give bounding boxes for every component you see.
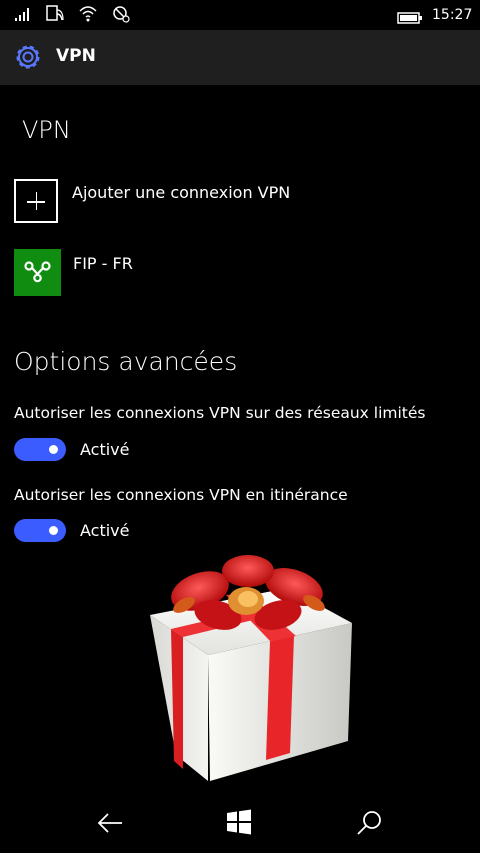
navigation-bar xyxy=(0,795,480,853)
roaming-state: Activé xyxy=(80,521,130,540)
location-off-icon xyxy=(112,5,130,23)
clock: 15:27 xyxy=(432,7,473,23)
header-title: VPN xyxy=(56,46,96,66)
battery-icon xyxy=(397,9,423,28)
app-header: VPN xyxy=(0,30,480,85)
status-bar: 15:27 xyxy=(0,0,480,30)
vpn-connection-icon xyxy=(14,249,61,296)
toggle-knob xyxy=(49,445,58,454)
windows-logo-icon[interactable] xyxy=(226,809,252,839)
back-arrow-icon[interactable] xyxy=(96,809,124,841)
toggle-knob xyxy=(49,526,58,535)
page-title: VPN xyxy=(22,116,71,144)
sim-signal-icon xyxy=(46,5,64,23)
search-icon[interactable] xyxy=(356,809,384,841)
signal-icon xyxy=(14,6,32,22)
add-vpn-connection-label: Ajouter une connexion VPN xyxy=(72,183,291,202)
status-icons xyxy=(14,5,130,23)
gift-box-image xyxy=(138,553,358,787)
roaming-label: Autoriser les connexions VPN en itinéran… xyxy=(14,486,348,504)
metered-networks-toggle[interactable] xyxy=(14,438,66,461)
metered-networks-state: Activé xyxy=(80,440,130,459)
wifi-icon xyxy=(78,5,98,23)
roaming-toggle[interactable] xyxy=(14,519,66,542)
vpn-connection-item[interactable]: FIP - FR xyxy=(14,249,454,297)
vpn-connection-name: FIP - FR xyxy=(73,254,133,273)
plus-icon xyxy=(14,179,58,223)
metered-networks-label: Autoriser les connexions VPN sur des rés… xyxy=(14,404,426,422)
add-vpn-connection-button[interactable]: Ajouter une connexion VPN xyxy=(14,179,454,227)
advanced-options-title: Options avancées xyxy=(14,347,238,376)
gear-icon xyxy=(13,42,43,76)
